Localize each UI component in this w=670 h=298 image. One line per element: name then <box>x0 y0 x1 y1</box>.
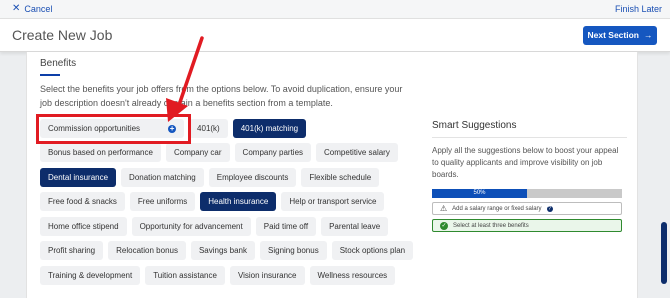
benefit-chip-row: Bonus based on performance Company car Com… <box>40 143 398 162</box>
next-section-button[interactable]: Next Section → <box>583 25 657 45</box>
benefit-chip[interactable]: Opportunity for advancement <box>131 217 251 236</box>
finish-later-link[interactable]: Finish Later <box>615 4 662 14</box>
cancel-label: Cancel <box>24 4 53 14</box>
close-icon: ✕ <box>12 3 21 14</box>
benefit-chip[interactable]: 401(k) matching <box>232 119 307 138</box>
benefit-chip-label: Help or transport service <box>289 197 377 206</box>
page-title: Create New Job <box>12 27 113 43</box>
benefit-chip-label: 401(k) <box>197 124 220 133</box>
benefit-chip-label: Company parties <box>242 148 304 157</box>
suggestion-label: Select at least three benefits <box>453 222 529 229</box>
arrow-right-icon: → <box>644 30 653 40</box>
benefit-chip-label: Donation matching <box>129 173 196 182</box>
plus-circle-icon: + <box>168 123 177 133</box>
benefit-chip[interactable]: Competitive salary <box>316 143 398 162</box>
benefit-chip-row: Dental insurance Donation matching Employe… <box>40 168 380 187</box>
benefit-chip[interactable]: Training & development <box>40 266 141 285</box>
benefit-chip[interactable]: Vision insurance <box>229 266 305 285</box>
benefit-chip-label: Vision insurance <box>237 271 297 280</box>
suggestions-progress-bar: 50% <box>432 189 622 198</box>
benefit-chip[interactable]: Employee discounts <box>208 168 297 187</box>
benefit-chip-row: Training & development Tuition assistance… <box>40 266 396 285</box>
benefit-chip[interactable]: Health insurance <box>200 192 277 211</box>
benefit-chip-row: Profit sharing Relocation bonus Savings ba… <box>40 241 414 260</box>
benefit-chip-label: Company car <box>173 148 222 157</box>
benefit-chip[interactable]: Wellness resources <box>309 266 396 285</box>
benefit-chip[interactable]: Free uniforms <box>129 192 196 211</box>
benefit-chip[interactable]: Company parties <box>234 143 312 162</box>
benefit-chip-label: Parental leave <box>329 222 381 231</box>
smart-suggestions-description: Apply all the suggestions below to boost… <box>432 146 619 179</box>
benefit-chip-label: Bonus based on performance <box>48 148 153 157</box>
benefit-chip-label: Training & development <box>48 271 133 280</box>
benefit-chip[interactable]: Flexible schedule <box>301 168 380 187</box>
benefit-chip[interactable]: Paid time off <box>255 217 317 236</box>
top-bar: ✕ Cancel Finish Later <box>0 0 670 18</box>
benefit-chip-label: 401(k) matching <box>240 124 299 133</box>
benefit-chip-label: Employee discounts <box>216 173 289 182</box>
benefit-chip[interactable]: Signing bonus <box>260 241 327 260</box>
cancel-link[interactable]: ✕ Cancel <box>12 3 53 15</box>
benefit-chip[interactable]: Profit sharing <box>40 241 104 260</box>
next-section-label: Next Section <box>587 30 640 40</box>
benefit-chip-label: Commission opportunities <box>48 124 141 133</box>
benefit-chip-label: Free food & snacks <box>48 197 117 206</box>
benefit-chip-label: Free uniforms <box>137 197 188 206</box>
benefit-chip[interactable]: Parental leave <box>321 217 389 236</box>
benefit-chip[interactable]: Donation matching <box>121 168 204 187</box>
benefit-chip[interactable]: 401(k) <box>189 119 228 138</box>
benefit-chip-label: Paid time off <box>263 222 309 231</box>
benefit-chip[interactable]: Dental insurance <box>40 168 117 187</box>
smart-suggestions-panel: Smart Suggestions Apply all the suggesti… <box>432 120 627 232</box>
benefit-chip[interactable]: Bonus based on performance <box>40 143 161 162</box>
benefit-chip-label: Savings bank <box>198 246 247 255</box>
benefit-chip-label: Home office stipend <box>48 222 119 231</box>
benefit-chip[interactable]: Savings bank <box>190 241 255 260</box>
benefit-chip-row: Home office stipend Opportunity for advan… <box>40 217 389 236</box>
benefit-chip[interactable]: Company car <box>165 143 230 162</box>
benefit-chip-row: Free food & snacks Free uniforms Health in… <box>40 192 385 211</box>
benefit-chip[interactable]: Stock options plan <box>331 241 414 260</box>
suggestion-label: Add a salary range or fixed salary <box>452 205 542 212</box>
benefit-chip[interactable]: Relocation bonus <box>108 241 186 260</box>
benefit-chip-label: Stock options plan <box>339 246 406 255</box>
benefit-chip-label: Health insurance <box>208 197 269 206</box>
smart-suggestions-title: Smart Suggestions <box>432 120 517 131</box>
benefit-chip-label: Tuition assistance <box>153 271 217 280</box>
benefit-chip-label: Relocation bonus <box>116 246 178 255</box>
benefit-chip-row: Commission opportunities +401(k) 401(k) ma… <box>40 119 307 138</box>
check-circle-icon: ✓ <box>440 221 448 230</box>
benefit-chip[interactable]: Help or transport service <box>281 192 385 211</box>
benefit-chip[interactable]: Tuition assistance <box>145 266 225 285</box>
section-underline <box>40 74 60 76</box>
warning-icon: ⚠ <box>440 204 448 213</box>
scrollbar[interactable] <box>660 52 668 298</box>
benefits-title: Benefits <box>40 58 77 69</box>
benefit-chip-label: Dental insurance <box>48 173 109 182</box>
benefit-chip[interactable]: Home office stipend <box>40 217 127 236</box>
suggestion-salary[interactable]: ⚠ Add a salary range or fixed salary ? <box>432 202 622 215</box>
scrollbar-thumb[interactable] <box>661 222 667 284</box>
benefit-chip-label: Signing bonus <box>268 246 319 255</box>
benefit-chip-label: Opportunity for advancement <box>139 222 243 231</box>
benefit-chip-label: Competitive salary <box>324 148 390 157</box>
help-icon[interactable]: ? <box>546 205 553 212</box>
progress-label: 50% <box>473 190 486 196</box>
benefit-chip-label: Flexible schedule <box>309 173 372 182</box>
benefits-card: Benefits Select the benefits your job of… <box>26 52 638 298</box>
benefit-chip[interactable]: Free food & snacks <box>40 192 125 211</box>
benefit-chip-label: Profit sharing <box>48 246 96 255</box>
page-header: Create New Job Next Section → <box>0 18 670 52</box>
divider <box>432 137 627 138</box>
benefit-chip-label: Wellness resources <box>317 271 388 280</box>
benefit-chip[interactable]: Commission opportunities + <box>40 119 185 138</box>
suggestion-benefits[interactable]: ✓ Select at least three benefits <box>432 219 622 232</box>
benefits-intro: Select the benefits your job offers from… <box>40 84 403 108</box>
